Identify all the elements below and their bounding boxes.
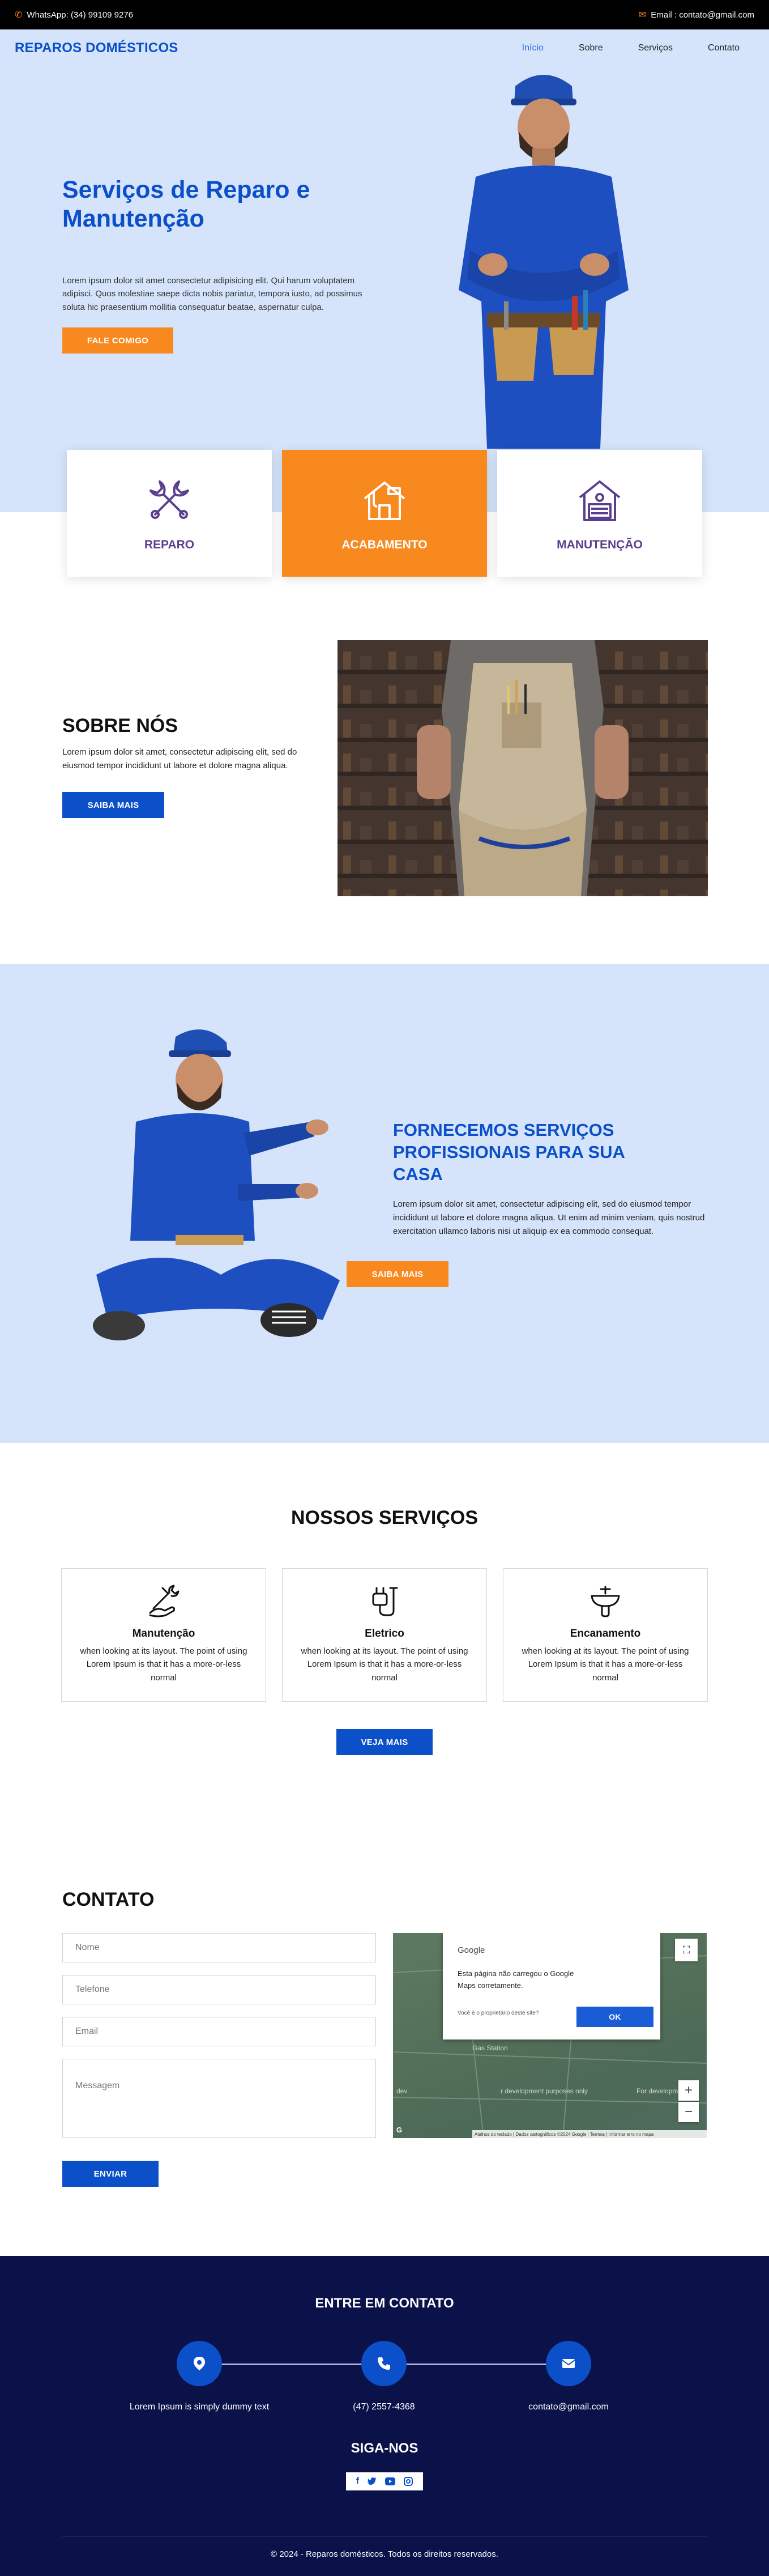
whatsapp-text: WhatsApp: (34) 99109 9276 (27, 10, 134, 20)
whatsapp-info[interactable]: ✆ WhatsApp: (34) 99109 9276 (15, 9, 133, 20)
contact-title: CONTATO (62, 1889, 155, 1910)
nav-item-sobre[interactable]: Sobre (579, 43, 603, 53)
social-title: SIGA-NOS (351, 2441, 418, 2456)
top-bar: ✆ WhatsApp: (34) 99109 9276 ✉ Email : co… (0, 0, 769, 29)
twitter-icon[interactable] (368, 2477, 377, 2485)
service-title: Encanamento (570, 1628, 641, 1640)
hero-text: Lorem ipsum dolor sit amet consectetur a… (62, 276, 362, 312)
message-field[interactable] (62, 2059, 376, 2138)
service-text: when looking at its layout. The point of… (522, 1646, 689, 1683)
footer-title: ENTRE EM CONTATO (315, 2296, 454, 2311)
copyright-text: © 2024 - Reparos domésticos. Todos os di… (271, 2549, 498, 2559)
map-error-text: Esta página não carregou o Google Maps c… (458, 1969, 574, 1990)
about-apron-image (337, 640, 708, 896)
footer-email[interactable]: contato@gmail.com (472, 2402, 665, 2412)
brand-logo[interactable]: REPAROS DOMÉSTICOS (15, 40, 178, 56)
social-links: f (346, 2472, 423, 2490)
fale-comigo-button[interactable]: FALE COMIGO (62, 327, 173, 354)
service-title: Manutenção (132, 1628, 195, 1640)
service-title: Eletrico (365, 1628, 404, 1640)
map-ok-button[interactable]: OK (576, 2007, 653, 2027)
zoom-out-button[interactable]: − (678, 2102, 699, 2122)
email-text: Email : contato@gmail.com (651, 10, 754, 20)
envelope-icon: ✉ (638, 10, 647, 20)
envelope-icon (562, 2359, 575, 2368)
email-info[interactable]: ✉ Email : contato@gmail.com (639, 9, 754, 20)
map-error-dialog: Google Esta página não carregou o Google… (443, 1933, 660, 2039)
phone-icon: ✆ (15, 10, 23, 20)
feature-card-reparo[interactable]: REPARO (67, 450, 272, 577)
hero-title: Serviços de Reparo e Manutenção (62, 176, 310, 232)
footer-address: Lorem Ipsum is simply dummy text (129, 2402, 270, 2412)
map-label: For developm (636, 2087, 678, 2095)
map-label: Gas Station (472, 2044, 508, 2052)
electric-plug-icon (372, 1587, 398, 1616)
services-title: NOSSOS SERVIÇOS (290, 1507, 479, 1528)
google-logo: Google (458, 1945, 485, 1955)
email-button[interactable] (546, 2341, 591, 2386)
paint-house-icon (364, 482, 405, 520)
feature-label: MANUTENÇÃO (557, 538, 643, 551)
wrench-icon (149, 480, 189, 519)
map-attribution: Atalhos do teclado | Dados cartográficos… (472, 2130, 707, 2138)
footer-phone[interactable]: (47) 2557-4368 (288, 2402, 480, 2412)
location-button[interactable] (177, 2341, 222, 2386)
service-text: when looking at its layout. The point of… (301, 1646, 468, 1683)
google-watermark: G (396, 2126, 403, 2134)
map-label: dev (396, 2087, 408, 2095)
about-saiba-mais-button[interactable]: SAIBA MAIS (62, 792, 164, 818)
nav-menu: Início Sobre Serviços Contato (522, 43, 740, 53)
pro-title: FORNECEMOS SERVIÇOS PROFISSIONAIS PARA S… (393, 1120, 625, 1184)
feature-card-acabamento[interactable]: ACABAMENTO (282, 450, 487, 577)
name-field[interactable] (62, 1933, 376, 1962)
pro-saiba-mais-button[interactable]: SAIBA MAIS (347, 1261, 448, 1287)
pro-text: Lorem ipsum dolor sit amet, consectetur … (393, 1199, 705, 1236)
service-text: when looking at its layout. The point of… (80, 1646, 247, 1683)
feature-label: ACABAMENTO (341, 538, 428, 551)
hero-worker-image (459, 75, 629, 449)
email-field[interactable] (62, 2017, 376, 2046)
pointing-worker-image (93, 1029, 340, 1340)
sink-faucet-icon (591, 1586, 620, 1617)
service-card-eletrico[interactable]: Eletrico when looking at its layout. The… (282, 1568, 487, 1702)
enviar-button[interactable]: ENVIAR (62, 2161, 159, 2187)
facebook-icon[interactable]: f (356, 2476, 359, 2486)
about-text: Lorem ipsum dolor sit amet, consectetur … (62, 747, 297, 770)
fullscreen-icon[interactable]: ⛶ (675, 1939, 698, 1961)
service-card-encanamento[interactable]: Encanamento when looking at its layout. … (503, 1568, 708, 1702)
phone-icon (378, 2357, 390, 2370)
map-label: r development purposes only (501, 2087, 588, 2095)
youtube-icon[interactable] (385, 2477, 396, 2485)
service-card-manutencao[interactable]: Manutenção when looking at its layout. T… (61, 1568, 266, 1702)
zoom-in-button[interactable]: + (678, 2080, 699, 2101)
phone-field[interactable] (62, 1975, 376, 2004)
phone-button[interactable] (361, 2341, 407, 2386)
location-pin-icon (194, 2357, 205, 2370)
veja-mais-button[interactable]: VEJA MAIS (336, 1729, 433, 1755)
nav-item-inicio[interactable]: Início (522, 43, 544, 53)
main-nav: REPAROS DOMÉSTICOS Início Sobre Serviços… (0, 29, 769, 67)
about-title: SOBRE NÓS (62, 715, 178, 736)
feature-card-manutencao[interactable]: MANUTENÇÃO (497, 450, 702, 577)
tools-hand-icon (149, 1585, 180, 1617)
hero-background (0, 29, 769, 512)
instagram-icon[interactable] (404, 2477, 413, 2486)
feature-label: REPARO (144, 538, 195, 551)
nav-item-contato[interactable]: Contato (708, 43, 740, 53)
map-embed[interactable]: Gas Station For developm dev r developme… (393, 1933, 707, 2138)
map-owner-link[interactable]: Você é o proprietário deste site? (458, 2010, 539, 2016)
nav-item-servicos[interactable]: Serviços (638, 43, 673, 53)
house-tools-icon (579, 480, 621, 521)
